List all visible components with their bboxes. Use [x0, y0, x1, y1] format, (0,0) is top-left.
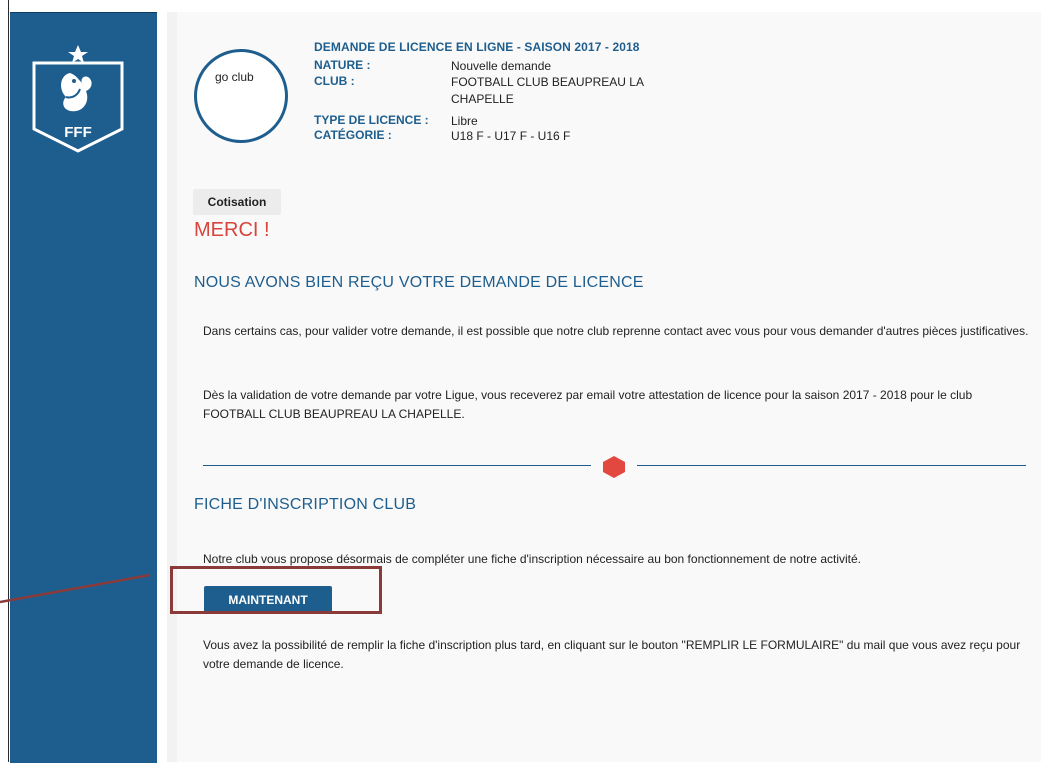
club-value-line2: CHAPELLE: [451, 92, 514, 106]
tab-cotisation[interactable]: Cotisation: [193, 189, 281, 215]
column-gutter: [167, 12, 177, 762]
license-type-label: TYPE DE LICENCE :: [314, 113, 429, 127]
main-content: go club DEMANDE DE LICENCE EN LIGNE - SA…: [177, 12, 1041, 762]
category-value: U18 F - U17 F - U16 F: [451, 129, 571, 143]
request-title: DEMANDE DE LICENCE EN LIGNE - SAISON 201…: [314, 40, 640, 54]
club-label: CLUB :: [314, 74, 355, 88]
nature-label: NATURE :: [314, 58, 371, 72]
window-edge: [0, 0, 9, 762]
section-separator: [203, 455, 1026, 478]
inscription-intro: Notre club vous propose désormais de com…: [203, 552, 861, 566]
confirmation-paragraph-1: Dans certains cas, pour valider votre de…: [203, 324, 1029, 338]
club-value-line1: FOOTBALL CLUB BEAUPREAU LA: [451, 75, 644, 89]
club-avatar: go club: [194, 49, 288, 143]
category-label: CATÉGORIE :: [314, 128, 392, 142]
fff-logo-icon: FFF: [32, 45, 124, 153]
avatar-label: go club: [215, 70, 254, 84]
license-type-value: Libre: [451, 114, 478, 128]
inscription-heading: FICHE D'INSCRIPTION CLUB: [194, 496, 417, 513]
confirmation-paragraph-2: Dès la validation de votre demande par v…: [203, 388, 973, 421]
nature-value: Nouvelle demande: [451, 59, 552, 73]
inscription-later-note: Vous avez la possibilité de remplir la f…: [203, 638, 1021, 671]
logo-text: FFF: [64, 124, 92, 141]
confirmation-heading: NOUS AVONS BIEN REÇU VOTRE DEMANDE DE LI…: [194, 274, 644, 291]
hexagon-icon: [603, 456, 625, 478]
maintenant-button[interactable]: MAINTENANT: [204, 586, 332, 614]
thank-you-title: MERCI !: [194, 219, 270, 241]
sidebar: FFF: [10, 12, 157, 763]
